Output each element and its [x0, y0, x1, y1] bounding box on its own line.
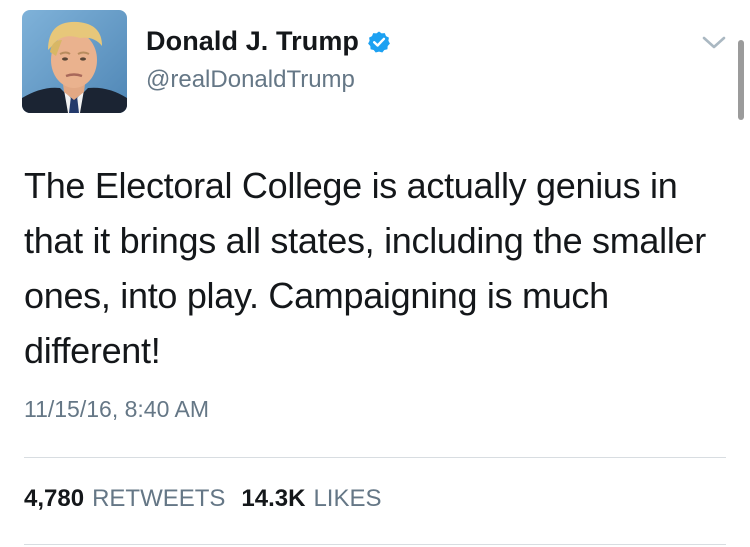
- author-handle[interactable]: @realDonaldTrump: [146, 66, 355, 94]
- likes-stat[interactable]: 14.3K LIKES: [241, 485, 381, 513]
- verified-badge-icon: [368, 31, 390, 52]
- tweet-timestamp[interactable]: 11/15/16, 8:40 AM: [24, 396, 209, 423]
- chevron-down-icon[interactable]: [701, 34, 727, 52]
- tweet-text: The Electoral College is actually genius…: [24, 165, 706, 371]
- avatar[interactable]: [22, 10, 127, 113]
- retweets-stat[interactable]: 4,780 RETWEETS: [24, 485, 225, 513]
- display-name[interactable]: Donald J. Trump: [146, 26, 359, 57]
- divider: [24, 544, 726, 545]
- divider: [24, 457, 726, 458]
- tweet-stats: 4,780 RETWEETS 14.3K LIKES: [24, 485, 382, 513]
- scrollbar[interactable]: [738, 40, 744, 120]
- retweets-label: RETWEETS: [92, 485, 226, 512]
- avatar-image: [22, 10, 127, 113]
- likes-label: LIKES: [313, 485, 382, 512]
- retweets-count: 4,780: [24, 485, 85, 512]
- likes-count: 14.3K: [241, 485, 306, 512]
- author-name-row[interactable]: Donald J. Trump: [146, 26, 391, 57]
